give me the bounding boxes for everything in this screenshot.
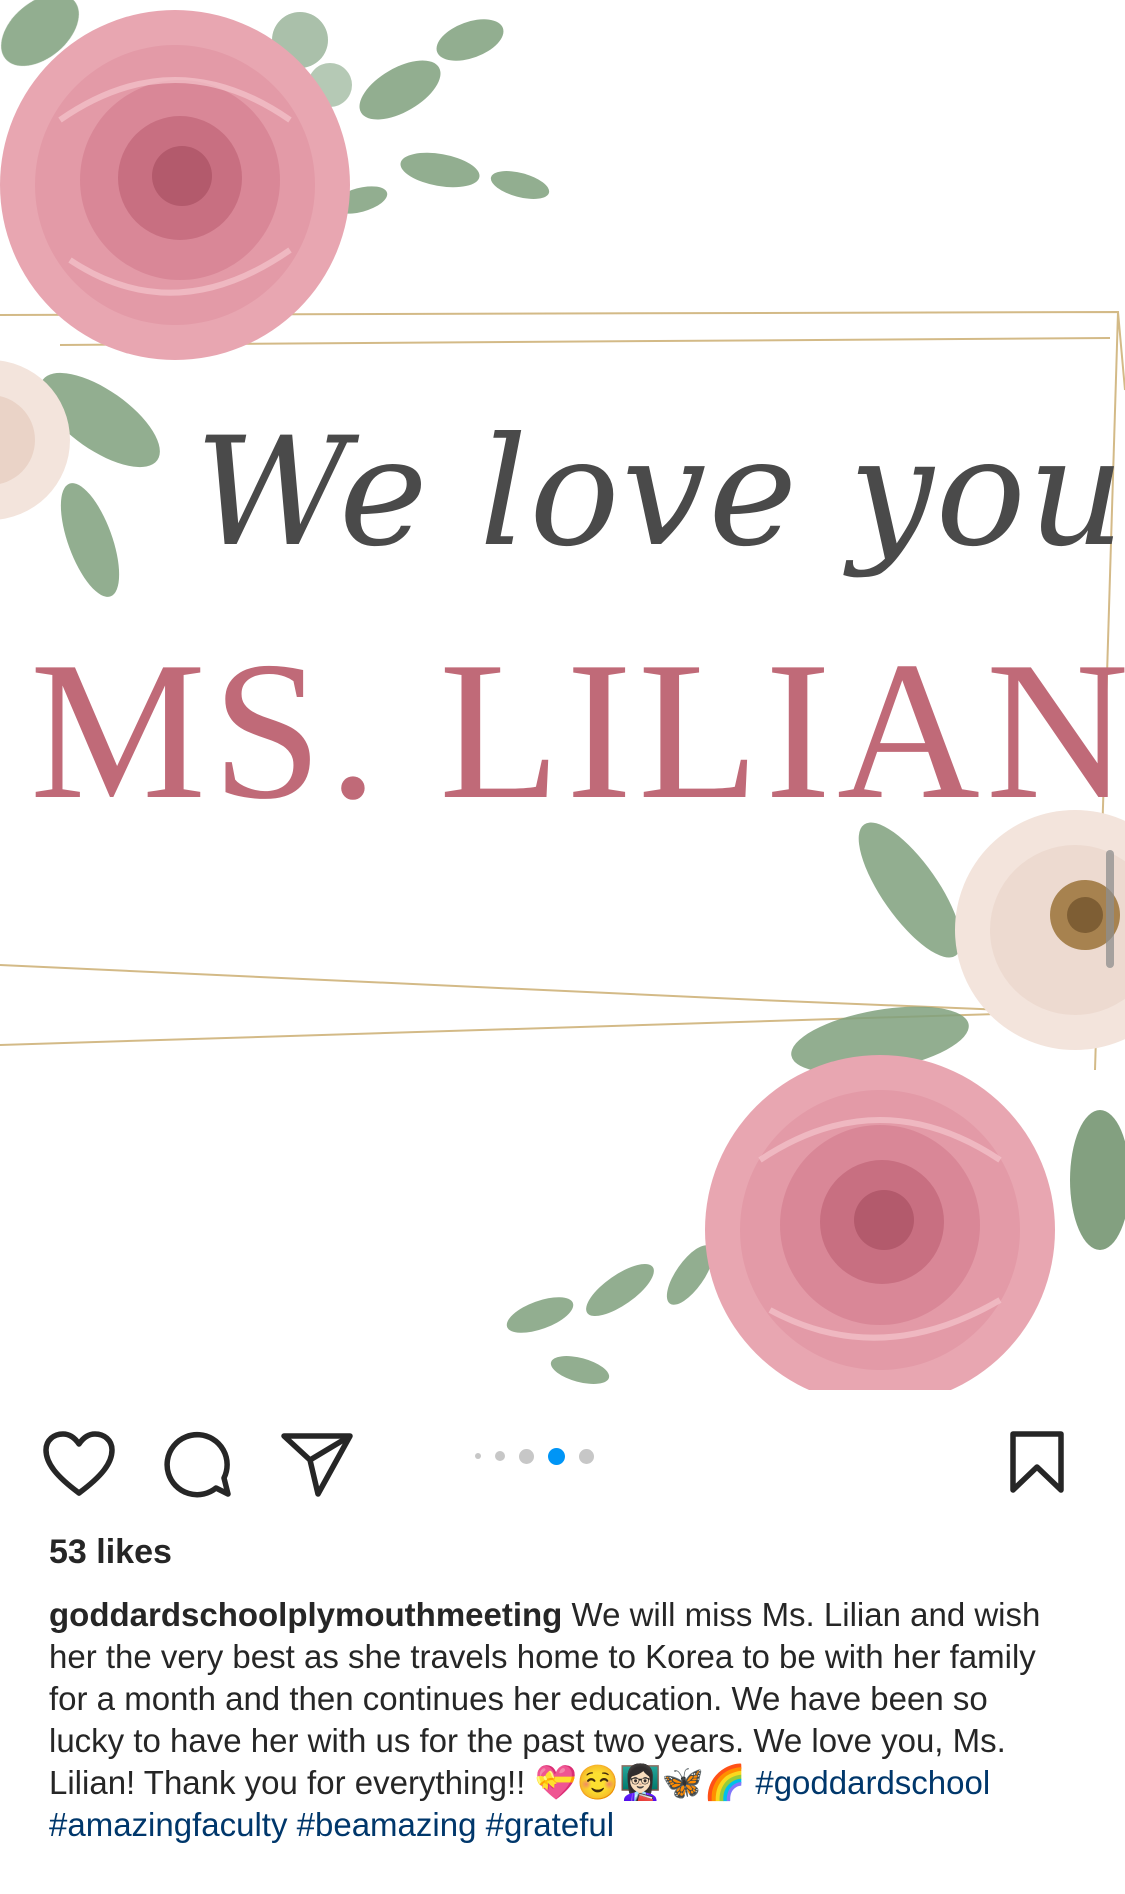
post-image[interactable]: We love you MS. LILIAN [0,0,1125,1390]
rose-top-left [0,10,350,360]
carousel-dot [579,1448,594,1464]
hashtag-link[interactable]: #goddardschool [755,1764,990,1801]
caption-emojis: 💝☺️👩🏻‍🏫🦋🌈 [534,1763,747,1803]
headline-name: MS. LILIAN [30,621,1125,840]
heart-icon [43,1431,115,1496]
share-button[interactable] [280,1430,354,1498]
comment-icon [164,1432,231,1498]
bookmark-icon [1010,1431,1064,1493]
paper-plane-icon [281,1433,353,1497]
carousel-dot [475,1453,481,1459]
carousel-dot [519,1448,534,1464]
carousel-dot [495,1451,505,1461]
like-button[interactable] [42,1430,116,1498]
headline-script: We love you [195,406,1125,580]
scrollbar-indicator[interactable] [1106,850,1114,968]
hashtag-link[interactable]: #beamazing [297,1806,477,1843]
carousel-indicator [468,1445,601,1467]
likes-count[interactable]: 53 likes [49,1533,172,1572]
hashtag-link[interactable]: #amazingfaculty [49,1806,287,1843]
save-button[interactable] [1008,1430,1066,1494]
hashtag-link[interactable]: #grateful [486,1806,614,1843]
carousel-dot-active [548,1447,565,1465]
caption-username[interactable]: goddardschoolplymouthmeeting [49,1596,562,1633]
post-caption: goddardschoolplymouthmeeting We will mis… [49,1594,1069,1846]
comment-button[interactable] [164,1430,234,1500]
rose-bottom-right [705,1055,1055,1390]
